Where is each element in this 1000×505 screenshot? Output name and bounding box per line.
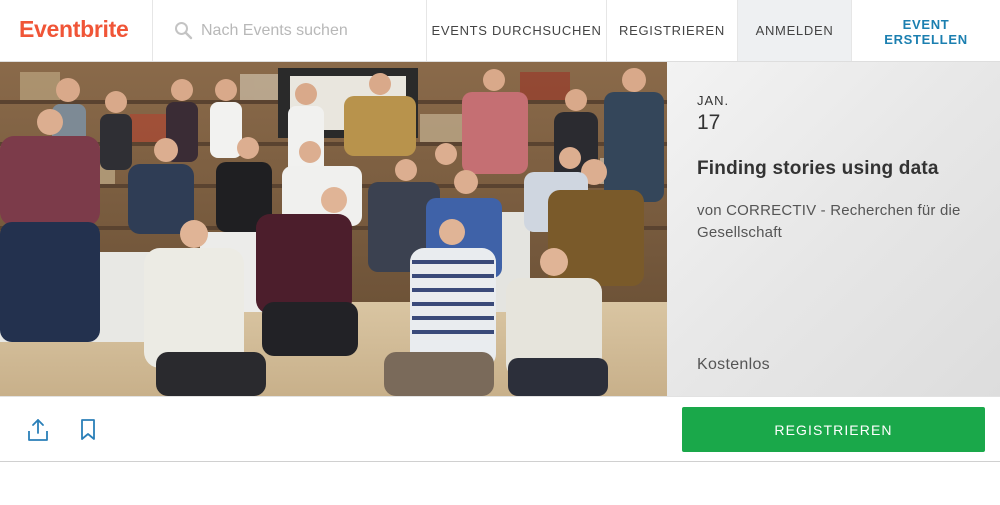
event-action-bar: REGISTRIEREN — [0, 396, 1000, 462]
top-navigation: Eventbrite EVENTS DURCHSUCHEN REGISTRIER… — [0, 0, 1000, 62]
event-price: Kostenlos — [697, 356, 770, 373]
register-button-label: REGISTRIEREN — [774, 421, 893, 438]
event-month: JAN. — [697, 93, 730, 108]
register-button[interactable]: REGISTRIEREN — [682, 407, 985, 452]
team-photo-illustration — [0, 62, 667, 396]
event-hero: JAN. 17 Finding stories using data von C… — [0, 62, 1000, 396]
nav-browse-events[interactable]: EVENTS DURCHSUCHEN — [427, 0, 607, 61]
logo-text: Eventbrite — [19, 16, 129, 42]
nav-login[interactable]: ANMELDEN — [738, 0, 852, 61]
search-icon — [175, 22, 193, 40]
nav-register-label: REGISTRIEREN — [619, 23, 725, 38]
share-icon[interactable] — [26, 417, 50, 443]
event-day: 17 — [697, 111, 721, 134]
event-organizer: von CORRECTIV - Recherchen für die Gesel… — [697, 202, 961, 241]
search-input[interactable] — [201, 18, 411, 44]
search-box — [153, 0, 427, 61]
event-info-panel: JAN. 17 Finding stories using data von C… — [667, 62, 1000, 396]
eventbrite-logo[interactable]: Eventbrite — [0, 0, 153, 61]
bookmark-icon[interactable] — [78, 418, 98, 442]
nav-register[interactable]: REGISTRIEREN — [607, 0, 738, 61]
nav-create-event[interactable]: EVENT ERSTELLEN — [852, 0, 1000, 61]
nav-create-label: EVENT ERSTELLEN — [884, 16, 968, 47]
event-photo — [0, 62, 667, 396]
nav-browse-label: EVENTS DURCHSUCHEN — [431, 23, 602, 38]
nav-login-label: ANMELDEN — [755, 23, 834, 38]
event-title: Finding stories using data — [697, 158, 939, 179]
